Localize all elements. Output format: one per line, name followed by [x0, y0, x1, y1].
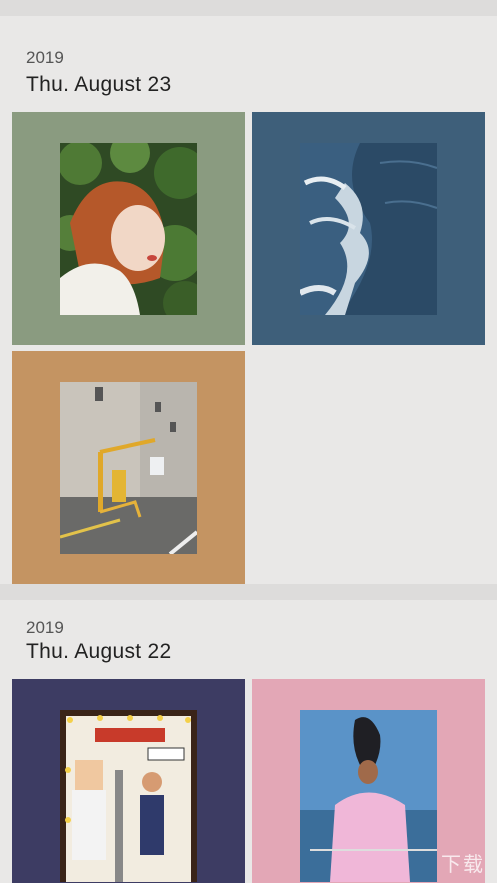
- photo-image: [300, 143, 437, 315]
- photo-tile[interactable]: [12, 112, 245, 345]
- section-date: Thu. August 22: [26, 640, 172, 663]
- photo-image: [60, 382, 197, 554]
- section-year: 2019: [26, 48, 64, 67]
- watermark-text: 下载: [441, 852, 485, 876]
- photo-image: [60, 143, 197, 315]
- photo-tile[interactable]: [12, 351, 245, 584]
- section-divider: [0, 0, 497, 16]
- photo-image: [300, 710, 437, 882]
- journal-timeline: 2019 Thu. August 23 2019 Thu. August 22 …: [0, 0, 497, 883]
- photo-image: [60, 710, 197, 882]
- photo-tile[interactable]: [12, 679, 245, 883]
- section-date: Thu. August 23: [26, 73, 172, 96]
- section-year: 2019: [26, 618, 64, 637]
- section-divider: [0, 584, 497, 600]
- photo-tile[interactable]: [252, 112, 485, 345]
